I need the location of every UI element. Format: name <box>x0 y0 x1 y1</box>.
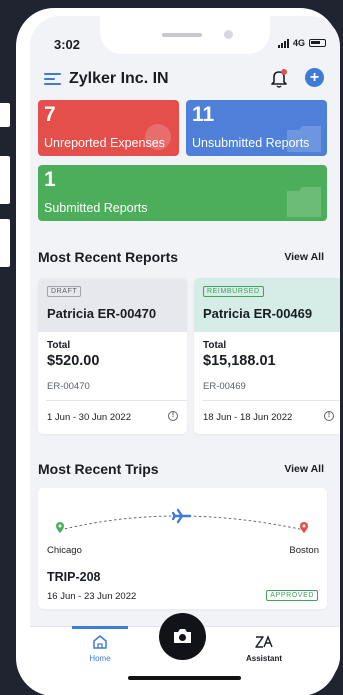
unsubmitted-count: 11 <box>192 103 215 126</box>
report-id: ER-00469 <box>203 381 246 392</box>
status-indicators: 4G <box>277 38 326 48</box>
destination-pin-icon <box>300 522 308 533</box>
app-screen: 3:02 4G Zylker Inc. IN + 7 Unreported Ex… <box>30 16 340 686</box>
reports-view-all-link[interactable]: View All <box>284 251 324 263</box>
status-badge: REIMBURSED <box>203 286 264 297</box>
total-label: Total <box>47 340 71 351</box>
tab-home-label: Home <box>89 654 111 663</box>
unreported-expenses-tile[interactable]: 7 Unreported Expenses <box>38 100 179 156</box>
camera-icon <box>174 629 191 643</box>
trip-date-range: 16 Jun - 23 Jun 2022 <box>47 591 137 602</box>
unsubmitted-reports-tile[interactable]: 11 Unsubmitted Reports <box>186 100 327 156</box>
report-date-range: 18 Jun - 18 Jun 2022 <box>203 412 293 423</box>
status-badge: DRAFT <box>47 286 82 297</box>
status-time: 3:02 <box>54 37 81 52</box>
trip-route-graphic <box>56 508 308 533</box>
camera-button[interactable] <box>159 613 206 660</box>
trip-destination: Boston <box>289 545 319 556</box>
divider <box>202 400 340 401</box>
trip-status-badge: APPROVED <box>266 590 318 601</box>
report-amount: $15,188.01 <box>203 353 276 369</box>
submitted-reports-tile[interactable]: 1 Submitted Reports <box>38 165 327 221</box>
total-label: Total <box>203 340 227 351</box>
home-icon <box>70 633 130 651</box>
folder-icon <box>287 187 321 217</box>
receipt-icon <box>145 124 171 150</box>
menu-icon[interactable] <box>44 72 61 86</box>
active-tab-indicator <box>72 626 128 629</box>
tab-home[interactable]: Home <box>70 633 130 663</box>
info-icon[interactable]: ! <box>324 411 334 421</box>
report-card[interactable]: DRAFT Patricia ER-00470 Total $520.00 ER… <box>38 278 187 434</box>
plane-icon <box>171 508 192 524</box>
report-id: ER-00470 <box>47 381 90 392</box>
info-icon[interactable]: ! <box>168 411 178 421</box>
recent-trips-title: Most Recent Trips <box>38 461 159 477</box>
submitted-count: 1 <box>44 168 56 191</box>
unreported-count: 7 <box>44 103 56 126</box>
report-card[interactable]: REIMBURSED Patricia ER-00469 Total $15,1… <box>194 278 340 434</box>
report-card-header: DRAFT Patricia ER-00470 <box>38 278 187 332</box>
report-date-range: 1 Jun - 30 Jun 2022 <box>47 412 131 423</box>
report-card-header: REIMBURSED Patricia ER-00469 <box>194 278 340 332</box>
add-button[interactable]: + <box>305 68 324 87</box>
tab-assistant-label: Assistant <box>245 654 282 663</box>
report-name: Patricia ER-00469 <box>203 306 313 321</box>
zia-assistant-icon <box>234 633 294 651</box>
divider <box>46 400 187 401</box>
network-label: 4G <box>292 38 305 48</box>
submitted-label: Submitted Reports <box>44 201 148 215</box>
battery-icon <box>309 39 326 47</box>
side-tab-decoration <box>0 156 10 204</box>
bell-icon[interactable] <box>270 68 288 88</box>
trip-id: TRIP-208 <box>47 570 101 584</box>
trips-view-all-link[interactable]: View All <box>284 463 324 475</box>
trip-origin: Chicago <box>47 545 82 556</box>
trip-card[interactable]: Chicago Boston TRIP-208 16 Jun - 23 Jun … <box>38 488 327 609</box>
side-tab-decoration <box>0 219 10 267</box>
side-tab-decoration <box>0 103 10 127</box>
origin-pin-icon <box>56 522 64 533</box>
app-header: Zylker Inc. IN + <box>44 66 326 92</box>
phone-notch <box>100 16 270 54</box>
org-name[interactable]: Zylker Inc. IN <box>69 70 169 88</box>
tab-assistant[interactable]: Assistant <box>234 633 294 663</box>
folder-icon <box>287 126 321 152</box>
report-amount: $520.00 <box>47 353 100 369</box>
report-name: Patricia ER-00470 <box>47 306 157 321</box>
signal-icon <box>277 38 289 48</box>
recent-reports-title: Most Recent Reports <box>38 249 179 265</box>
home-indicator <box>128 676 241 680</box>
